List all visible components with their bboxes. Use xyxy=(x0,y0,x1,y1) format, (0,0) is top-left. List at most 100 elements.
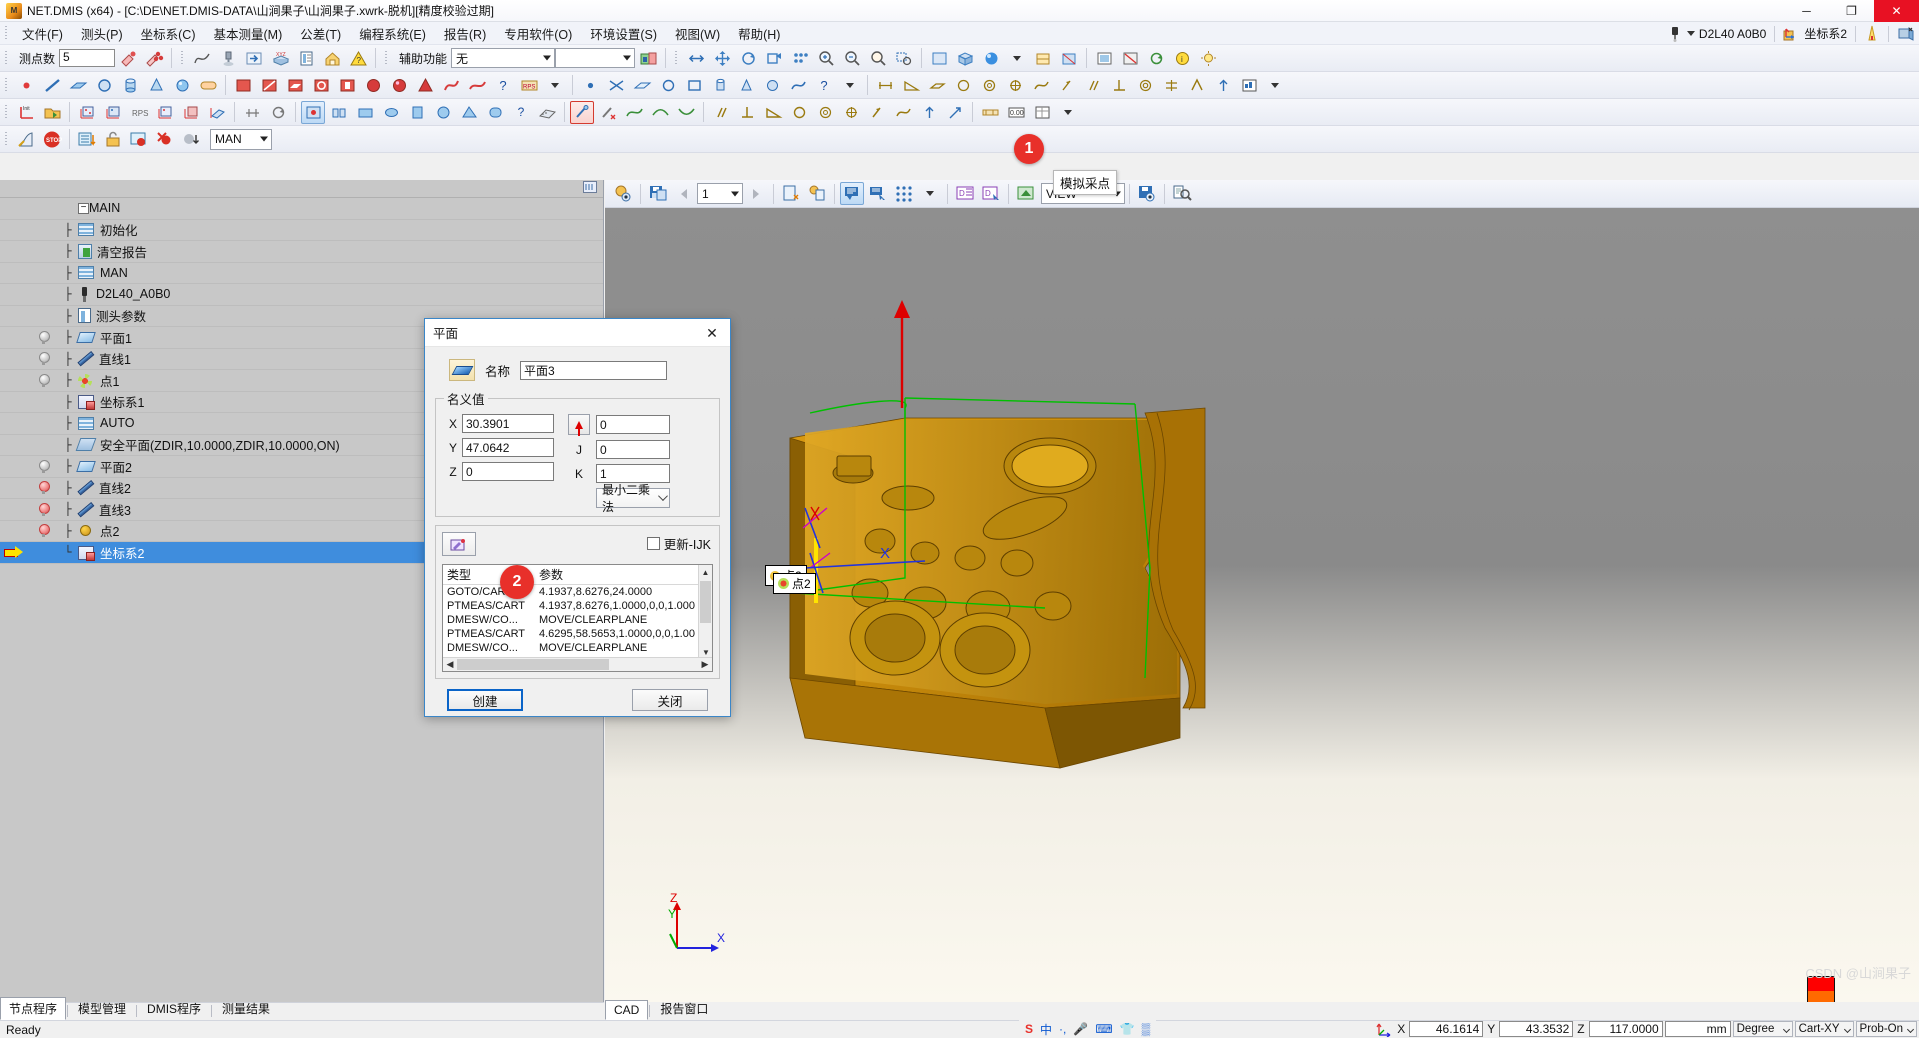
dim-table-icon[interactable]: D xyxy=(953,182,977,205)
cad-refresh-icon[interactable] xyxy=(1144,47,1168,70)
tol-more-icon[interactable] xyxy=(1185,74,1209,97)
close-dialog-button[interactable]: 关闭 xyxy=(632,689,708,711)
tree-row[interactable]: ├ 清空报告 xyxy=(0,241,603,263)
menu-settings[interactable]: 环境设置(S) xyxy=(581,21,666,46)
left-bottom-tabs[interactable]: 节点程序 模型管理 DMIS程序 测量结果 xyxy=(0,997,604,1020)
rotate-csys-icon[interactable] xyxy=(266,101,290,124)
commands-table-wrapper[interactable]: 类型 参数 GOTO/CART 4.1937,8.6276,24.0000 PTME… xyxy=(442,564,713,672)
auto-slot-icon[interactable] xyxy=(413,74,437,97)
eval-parallel-icon[interactable] xyxy=(709,101,733,124)
tab-measure-results[interactable]: 测量结果 xyxy=(213,997,279,1020)
ime-voice-icon[interactable]: 🎤 xyxy=(1073,1022,1088,1036)
scale-icon[interactable] xyxy=(762,47,786,70)
view-section-icon[interactable] xyxy=(1057,47,1081,70)
tol-position-icon[interactable] xyxy=(1003,74,1027,97)
step-down-icon[interactable] xyxy=(179,128,203,151)
table-row[interactable]: PTMEAS/CART 4.1937,8.6276,1.0000,0,0,1.00… xyxy=(443,599,712,613)
tol-angle-icon[interactable] xyxy=(899,74,923,97)
csys-rps-icon[interactable]: RPS xyxy=(127,101,151,124)
feature-cylinder-icon[interactable] xyxy=(118,74,142,97)
view-iso-icon[interactable] xyxy=(953,47,977,70)
auto-point-icon[interactable] xyxy=(231,74,255,97)
geom-pack-5-icon[interactable] xyxy=(431,101,455,124)
vector-j-input[interactable]: 0 xyxy=(596,440,670,459)
update-ijk-row[interactable]: 更新-IJK xyxy=(646,534,711,553)
tol-perpendicular-icon[interactable] xyxy=(1107,74,1131,97)
vector-i-input[interactable]: 0 xyxy=(596,415,670,434)
probe-point-tool-icon[interactable] xyxy=(301,100,325,124)
geom-measure-icon[interactable] xyxy=(535,101,559,124)
tol-dim-icon[interactable] xyxy=(873,74,897,97)
cad-hide-icon[interactable] xyxy=(1118,47,1142,70)
tree-row-bulb[interactable] xyxy=(28,373,58,387)
toolbar-gripper[interactable] xyxy=(179,50,188,66)
create-button[interactable]: 创建 xyxy=(447,689,523,711)
eval-round-icon[interactable] xyxy=(787,101,811,124)
tab-cad[interactable]: CAD xyxy=(605,1000,649,1020)
home-icon[interactable] xyxy=(320,47,344,70)
geom-pack-3-icon[interactable] xyxy=(379,101,403,124)
table-row[interactable]: GOTO/CART 4.1937,8.6276,24.0000 xyxy=(443,585,712,600)
construct-rect-icon[interactable] xyxy=(682,74,706,97)
execute-arrow-icon[interactable] xyxy=(242,47,266,70)
probe-mode-select[interactable]: Prob-On xyxy=(1855,1021,1917,1037)
tree-row-bulb[interactable] xyxy=(28,502,58,516)
visibility-bulb-icon[interactable] xyxy=(38,373,50,387)
auto-surface-icon[interactable] xyxy=(465,74,489,97)
grid-points-icon[interactable] xyxy=(892,182,916,205)
feature-line-icon[interactable] xyxy=(40,74,64,97)
screen-clear-icon[interactable] xyxy=(1897,25,1915,43)
tab-report-window[interactable]: 报告窗口 xyxy=(651,997,717,1020)
visibility-bulb-icon[interactable] xyxy=(38,502,50,516)
coord-mode-select[interactable]: Cart-XY xyxy=(1794,1021,1854,1037)
nominal-x-input[interactable]: 30.3901 xyxy=(462,414,554,433)
dim-select-icon[interactable]: D xyxy=(979,182,1003,205)
toolbar-gripper[interactable] xyxy=(3,104,11,120)
report-dropdown-icon[interactable] xyxy=(1056,101,1080,124)
cad-bottom-tabs[interactable]: CAD 报告窗口 xyxy=(605,1000,1919,1020)
auto-line-icon[interactable] xyxy=(257,74,281,97)
erase-point-icon[interactable] xyxy=(116,47,140,70)
geom-pack-1-icon[interactable] xyxy=(327,101,351,124)
toolbar-gripper[interactable] xyxy=(3,131,11,147)
auto-circle-icon[interactable] xyxy=(309,74,333,97)
h-scroll-thumb[interactable] xyxy=(457,659,609,670)
menu-program[interactable]: 编程系统(E) xyxy=(350,21,435,46)
nominal-z-input[interactable]: 0 xyxy=(462,462,554,481)
tab-model-management[interactable]: 模型管理 xyxy=(69,997,135,1020)
maximize-button[interactable]: ❐ xyxy=(1829,0,1874,22)
remove-breakpoint-icon[interactable] xyxy=(153,128,177,151)
table-row[interactable]: DMESW/CO... MOVE/CLEARPLANE xyxy=(443,641,712,655)
eval-runout-icon[interactable] xyxy=(865,101,889,124)
next-view-icon[interactable] xyxy=(744,182,768,205)
cad-light-icon[interactable] xyxy=(1196,47,1220,70)
execution-mode-combo[interactable]: MAN xyxy=(210,128,272,150)
tol-profile-icon[interactable] xyxy=(1029,74,1053,97)
tol-cylindricity-icon[interactable] xyxy=(977,74,1001,97)
menu-help[interactable]: 帮助(H) xyxy=(729,21,789,46)
tree-row[interactable]: ├ D2L40_A0B0 xyxy=(0,284,603,306)
rps-icon[interactable]: RPS xyxy=(517,74,541,97)
menu-software[interactable]: 专用软件(O) xyxy=(495,21,581,46)
tol-report-icon[interactable] xyxy=(1237,74,1261,97)
copy-view-icon[interactable] xyxy=(805,182,829,205)
tree-row[interactable]: ├ 初始化 xyxy=(0,220,603,241)
menu-view[interactable]: 视图(W) xyxy=(666,21,729,46)
construct-cone-icon[interactable] xyxy=(734,74,758,97)
csys-build-2-icon[interactable] xyxy=(101,101,125,124)
cad-settings-icon[interactable] xyxy=(611,182,635,205)
lock-feature-icon[interactable] xyxy=(636,47,660,70)
csys-build-3-icon[interactable] xyxy=(153,101,177,124)
aux-function-combo[interactable]: 无 xyxy=(451,48,556,68)
feature-slot-icon[interactable] xyxy=(196,74,220,97)
new-view-icon[interactable] xyxy=(779,182,803,205)
geom-pack-4-icon[interactable] xyxy=(405,101,429,124)
plane-dialog-close-button[interactable]: ✕ xyxy=(694,319,730,347)
construct-dropdown-icon[interactable] xyxy=(838,74,862,97)
feature-cone-icon[interactable] xyxy=(144,74,168,97)
tol-symmetry-icon[interactable] xyxy=(1159,74,1183,97)
update-ijk-checkbox[interactable] xyxy=(646,537,660,550)
auto-sphere-icon[interactable] xyxy=(387,74,411,97)
visibility-bulb-icon[interactable] xyxy=(38,524,50,538)
construct-curve-icon[interactable] xyxy=(786,74,810,97)
